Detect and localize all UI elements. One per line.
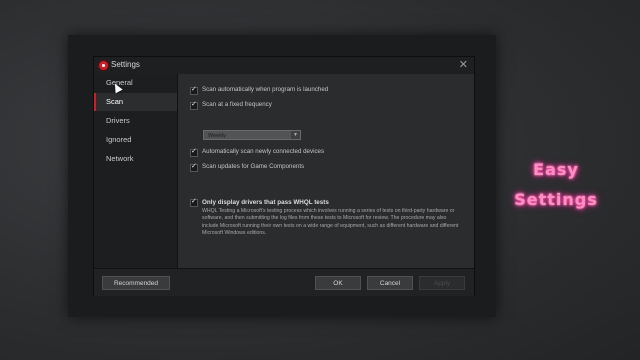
app-logo-icon: [99, 61, 108, 70]
sidebar-item-general[interactable]: General: [94, 74, 177, 92]
scan-new-devices-checkbox[interactable]: [190, 147, 198, 157]
frequency-select-value: Weekly: [208, 133, 226, 139]
frequency-select[interactable]: Weekly ▼: [203, 130, 301, 140]
scan-settings-panel: Scan automatically when program is launc…: [178, 74, 474, 268]
sidebar-item-ignored[interactable]: Ignored: [94, 131, 177, 149]
settings-dialog: Settings ✕ General Scan Drivers Ignored …: [93, 56, 475, 296]
apply-button[interactable]: Apply: [419, 276, 465, 290]
scan-game-components-checkbox[interactable]: [190, 162, 198, 172]
settings-sidebar: General Scan Drivers Ignored Network: [94, 74, 178, 268]
promo-line-2: Settings: [514, 190, 598, 209]
promo-line-1: Easy: [533, 160, 579, 179]
scan-game-components-label: Scan updates for Game Components: [202, 163, 305, 170]
recommended-button[interactable]: Recommended: [102, 276, 170, 290]
sidebar-item-drivers[interactable]: Drivers: [94, 112, 177, 130]
whql-description: WHQL Testing a Microsoft's testing proce…: [202, 208, 459, 236]
title-bar: Settings ✕: [94, 57, 474, 75]
chevron-down-icon[interactable]: ▼: [291, 131, 300, 139]
whql-label: Only display drivers that pass WHQL test…: [202, 199, 329, 206]
scan-on-launch-checkbox[interactable]: [190, 85, 198, 95]
sidebar-item-scan[interactable]: Scan: [94, 93, 177, 111]
cancel-button[interactable]: Cancel: [367, 276, 413, 290]
close-icon[interactable]: ✕: [459, 58, 468, 72]
scan-new-devices-label: Automatically scan newly connected devic…: [202, 148, 325, 155]
window-title: Settings: [111, 60, 140, 69]
dialog-footer: Recommended OK Cancel Apply: [94, 268, 474, 296]
whql-checkbox[interactable]: [190, 197, 198, 207]
scan-fixed-frequency-label: Scan at a fixed frequency: [202, 101, 272, 108]
promo-overlay-text: Easy Settings: [506, 160, 606, 220]
scan-on-launch-label: Scan automatically when program is launc…: [202, 86, 329, 93]
scan-fixed-frequency-checkbox[interactable]: [190, 100, 198, 110]
ok-button[interactable]: OK: [315, 276, 361, 290]
sidebar-item-network[interactable]: Network: [94, 150, 177, 168]
